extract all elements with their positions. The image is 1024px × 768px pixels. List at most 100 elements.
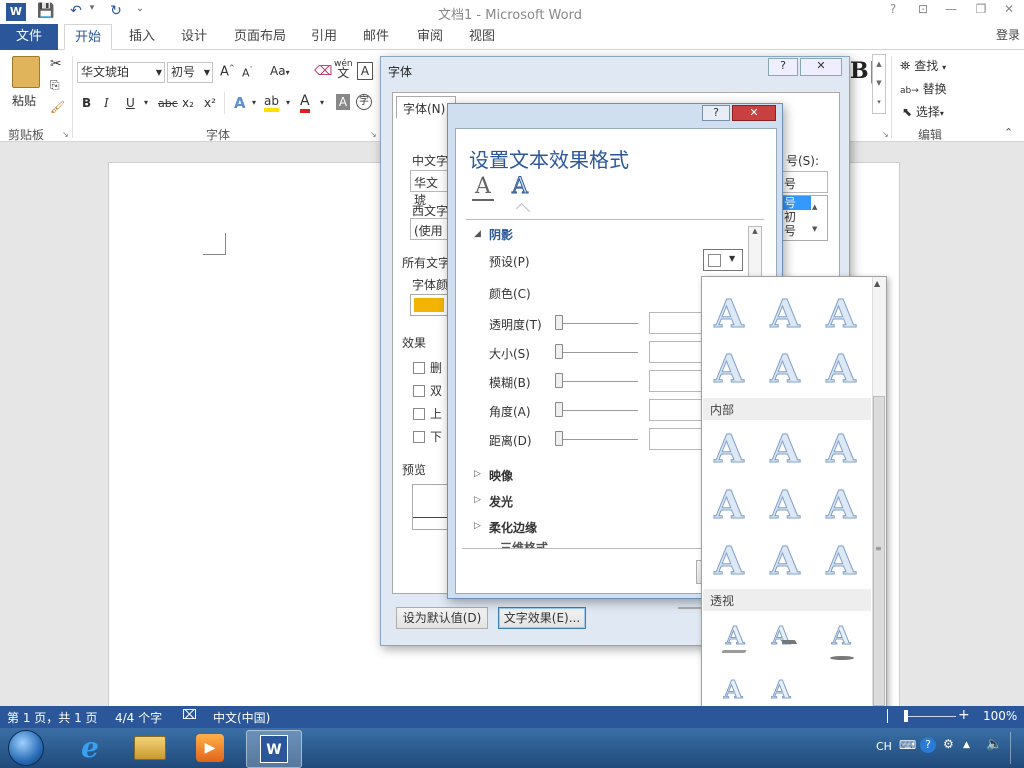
size-input[interactable]: 号 — [780, 171, 828, 193]
shadow-preset-outer[interactable]: A — [706, 290, 752, 338]
select-button[interactable]: ⬉ 选择▾ — [902, 103, 944, 120]
size-list-item[interactable]: 初 — [781, 210, 827, 224]
scroll-up-icon[interactable]: ▲ — [874, 279, 880, 288]
shadow-preset-outer[interactable]: A — [818, 290, 864, 338]
font-color-icon[interactable]: A — [300, 93, 310, 113]
effects-pane-scrollbar[interactable]: ▲ — [748, 226, 762, 278]
angle-input[interactable] — [649, 399, 703, 421]
font-name-combo[interactable]: 华文琥珀 ▼ — [77, 62, 165, 83]
angle-slider-thumb[interactable] — [555, 402, 563, 417]
zoom-level[interactable]: 100% — [983, 709, 1017, 723]
highlight-icon[interactable]: ab — [264, 94, 279, 112]
glow-section-header[interactable]: 发光 — [489, 493, 513, 510]
underline-button[interactable]: U — [126, 96, 135, 110]
language-indicator[interactable]: 中文(中国) — [213, 709, 270, 726]
collapsed-arrow-icon[interactable]: ▷ — [474, 469, 481, 479]
text-effects-icon[interactable]: A — [234, 94, 246, 112]
change-case-button[interactable]: Aa▾ — [270, 64, 290, 78]
font-size-combo[interactable]: 初号 ▼ — [167, 62, 213, 83]
shadow-preset-perspective[interactable]: A — [710, 672, 756, 708]
size-input[interactable] — [649, 341, 703, 363]
size-list-item[interactable]: 号 — [781, 196, 811, 210]
tab-review[interactable]: 审阅 — [410, 24, 450, 50]
text-effects-tab-icon[interactable]: A — [512, 174, 529, 199]
redo-icon[interactable]: ↻ — [106, 3, 126, 21]
tab-home[interactable]: 开始 — [64, 24, 112, 50]
transparency-slider[interactable] — [560, 323, 638, 324]
collapsed-arrow-icon[interactable]: ▷ — [474, 495, 481, 505]
effect-checkbox[interactable] — [413, 431, 425, 443]
distance-slider[interactable] — [560, 439, 638, 440]
collapsed-arrow-icon[interactable]: ▷ — [474, 521, 481, 531]
effects-close-button[interactable]: ✕ — [732, 105, 776, 121]
ime-settings-icon[interactable]: ⚙ — [943, 737, 954, 751]
undo-dropdown-icon[interactable]: ▾ — [82, 3, 102, 21]
word-app-icon[interactable]: W — [6, 3, 26, 21]
shadow-preset-inner[interactable]: A — [762, 537, 808, 585]
format-painter-icon[interactable]: 🖌 — [50, 100, 65, 114]
underline-dropdown-icon[interactable]: ▾ — [144, 98, 148, 107]
preset-dropdown[interactable]: ▼ — [703, 249, 743, 271]
size-slider-thumb[interactable] — [555, 344, 563, 359]
reflection-section-header[interactable]: 映像 — [489, 467, 513, 484]
angle-slider[interactable] — [560, 410, 638, 411]
shadow-preset-perspective[interactable]: A — [818, 618, 864, 654]
shadow-preset-outer[interactable]: A — [706, 345, 752, 393]
effects-help-button[interactable]: ? — [702, 105, 730, 121]
restore-button[interactable]: ❐ — [970, 2, 992, 20]
shadow-preset-outer[interactable]: A — [818, 345, 864, 393]
effect-checkbox[interactable] — [413, 362, 425, 374]
word-count[interactable]: 4/4 个字 — [115, 709, 162, 726]
shadow-preset-perspective[interactable]: A — [758, 672, 804, 708]
size-slider[interactable] — [560, 352, 638, 353]
set-default-button[interactable]: 设为默认值(D) — [396, 607, 488, 629]
close-button[interactable]: ✕ — [998, 2, 1020, 20]
styles-scroll[interactable]: ▲ ▼ ▾ — [872, 54, 886, 114]
tab-mailings[interactable]: 邮件 — [356, 24, 396, 50]
styles-launcher-icon[interactable]: ↘ — [882, 130, 889, 139]
shrink-font-icon[interactable]: Aˇ — [242, 66, 253, 80]
text-effects-button[interactable]: 文字效果(E)... — [498, 607, 586, 629]
shadow-preset-inner[interactable]: A — [706, 537, 752, 585]
shadow-section-header[interactable]: 阴影 — [489, 226, 513, 243]
volume-icon[interactable]: 🔈 — [986, 737, 1002, 752]
subscript-button[interactable]: x₂ — [182, 96, 194, 110]
shadow-preset-inner[interactable]: A — [706, 481, 752, 529]
tab-view[interactable]: 视图 — [462, 24, 502, 50]
tray-expand-icon[interactable]: ▲ — [963, 740, 970, 750]
character-border-button[interactable]: A — [357, 62, 373, 80]
tab-layout[interactable]: 页面布局 — [230, 24, 290, 50]
enclose-character-icon[interactable]: 字 — [356, 94, 372, 110]
strikethrough-button[interactable]: abc — [158, 97, 178, 110]
shadow-preset-outer[interactable]: A — [762, 345, 808, 393]
media-player-icon[interactable]: ▶ — [196, 734, 224, 762]
shadow-preset-perspective[interactable]: A — [712, 618, 758, 654]
shadow-preset-inner[interactable]: A — [818, 481, 864, 529]
superscript-button[interactable]: x² — [204, 96, 216, 110]
replace-button[interactable]: ab→ 替换 — [900, 80, 947, 97]
ime-indicator[interactable]: CH — [876, 740, 892, 753]
customize-qat-icon[interactable]: ⌄ — [130, 3, 150, 21]
highlight-dropdown-icon[interactable]: ▾ — [286, 98, 290, 107]
3d-format-section-header[interactable]: 三维格式 — [500, 540, 548, 548]
paste-label[interactable]: 粘贴 — [12, 92, 36, 109]
login-link[interactable]: 登录 — [996, 26, 1020, 43]
zoom-slider[interactable] — [908, 716, 956, 717]
size-list-item[interactable]: 号 — [781, 224, 827, 238]
shadow-preset-inner[interactable]: A — [762, 425, 808, 473]
shadow-preset-inner[interactable]: A — [818, 537, 864, 585]
proofing-icon[interactable]: ⌧ — [182, 708, 197, 723]
cut-icon[interactable]: ✂ — [50, 56, 62, 72]
west-font-input[interactable]: (使用 — [410, 218, 450, 240]
tab-design[interactable]: 设计 — [174, 24, 214, 50]
ie-icon[interactable]: e — [70, 731, 110, 765]
soft-edges-section-header[interactable]: 柔化边缘 — [489, 519, 537, 536]
tab-references[interactable]: 引用 — [304, 24, 344, 50]
help-button[interactable]: ? — [882, 2, 904, 20]
grow-font-icon[interactable]: A^ — [220, 64, 235, 79]
clear-format-icon[interactable]: ⌫ — [314, 64, 332, 79]
keyboard-icon[interactable]: ⌨ — [899, 738, 916, 752]
shadow-preset-inner[interactable]: A — [818, 425, 864, 473]
ime-help-icon[interactable]: ? — [920, 737, 936, 753]
style-preview-glyph[interactable]: B| — [850, 58, 877, 112]
